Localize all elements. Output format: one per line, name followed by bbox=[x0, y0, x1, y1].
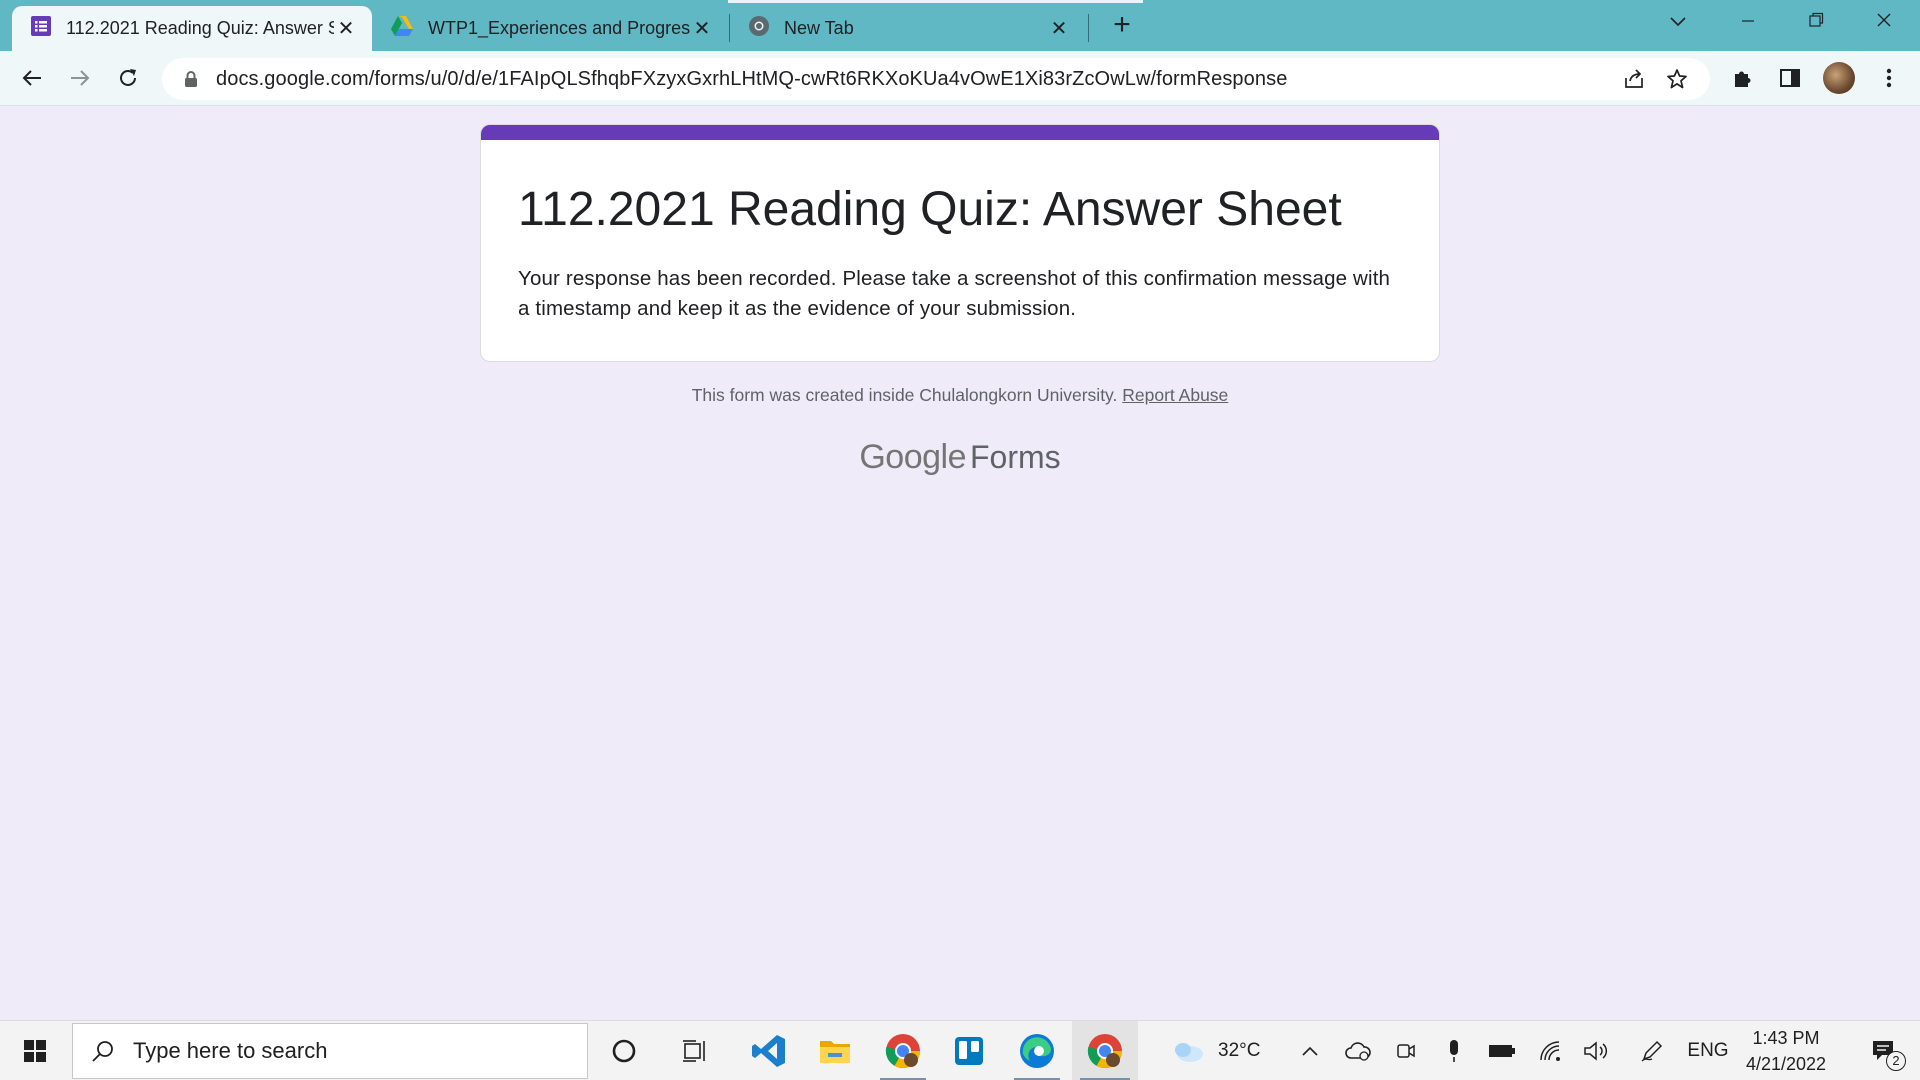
confirmation-card: 112.2021 Reading Quiz: Answer Sheet Your… bbox=[480, 124, 1440, 362]
windows-icon bbox=[24, 1040, 46, 1062]
tab-strip: 112.2021 Reading Quiz: Answer S ✕ WTP1_E… bbox=[0, 0, 1920, 51]
task-view-icon bbox=[683, 1040, 705, 1062]
puzzle-icon bbox=[1735, 71, 1751, 87]
tab-new-tab[interactable]: New Tab ✕ bbox=[730, 6, 1085, 51]
reload-button[interactable] bbox=[109, 59, 147, 97]
notification-center-button[interactable]: 2 bbox=[1856, 1021, 1912, 1080]
wifi-icon[interactable] bbox=[1532, 1021, 1568, 1080]
close-icon[interactable]: ✕ bbox=[690, 16, 714, 41]
cortana-icon bbox=[612, 1039, 636, 1063]
cloud-icon bbox=[1175, 1043, 1203, 1062]
tab-title: WTP1_Experiences and Progress... bbox=[428, 18, 690, 38]
browser-toolbar: docs.google.com/forms/u/0/d/e/1FAIpQLSfh… bbox=[0, 51, 1920, 106]
url-text: docs.google.com/forms/u/0/d/e/1FAIpQLSfh… bbox=[216, 67, 1288, 90]
microphone-icon[interactable] bbox=[1436, 1021, 1472, 1080]
form-footer: This form was created inside Chulalongko… bbox=[0, 385, 1920, 406]
chevron-down-icon bbox=[1670, 17, 1686, 27]
close-window-button[interactable] bbox=[1854, 6, 1914, 38]
share-icon[interactable] bbox=[1622, 67, 1646, 91]
more-vert-icon bbox=[1886, 68, 1892, 88]
chrome-profile-button[interactable] bbox=[1072, 1021, 1138, 1080]
chrome-icon bbox=[748, 15, 770, 42]
footer-text: This form was created inside Chulalongko… bbox=[691, 385, 1118, 405]
brand-google: Google bbox=[859, 438, 966, 476]
vscode-button[interactable] bbox=[740, 1021, 798, 1080]
cortana-button[interactable] bbox=[596, 1021, 652, 1080]
close-icon bbox=[1877, 13, 1891, 27]
avatar[interactable] bbox=[1823, 62, 1855, 94]
pen-icon[interactable] bbox=[1634, 1021, 1670, 1080]
side-panel-button[interactable] bbox=[1775, 63, 1805, 93]
brand-forms: Forms bbox=[969, 439, 1061, 475]
tab-search-button[interactable] bbox=[1648, 6, 1708, 38]
weather-widget[interactable]: 32°C bbox=[1170, 1021, 1280, 1080]
form-accent-bar bbox=[481, 125, 1439, 140]
restore-icon bbox=[1809, 12, 1824, 27]
lock-icon[interactable] bbox=[180, 70, 202, 88]
extensions-button[interactable] bbox=[1728, 63, 1758, 93]
search-placeholder: Type here to search bbox=[133, 1038, 328, 1063]
google-forms-logo[interactable]: Google Forms bbox=[0, 438, 1920, 477]
report-abuse-link[interactable]: Report Abuse bbox=[1122, 385, 1228, 405]
new-tab-button[interactable]: + bbox=[1106, 10, 1138, 42]
close-icon[interactable]: ✕ bbox=[334, 16, 358, 41]
start-button[interactable] bbox=[0, 1021, 70, 1080]
show-hidden-icons-button[interactable] bbox=[1292, 1021, 1328, 1080]
minimize-button[interactable] bbox=[1718, 6, 1778, 38]
windows-taskbar: Type here to search 32°C ENG 1:43 PM 4/2… bbox=[0, 1020, 1920, 1080]
onedrive-icon[interactable] bbox=[1340, 1021, 1376, 1080]
google-forms-icon bbox=[30, 15, 52, 42]
minimize-icon bbox=[1742, 20, 1754, 22]
arrow-left-icon bbox=[22, 70, 41, 86]
language-label: ENG bbox=[1687, 1040, 1729, 1061]
chrome-icon bbox=[885, 1034, 920, 1068]
forward-button[interactable] bbox=[61, 59, 99, 97]
task-view-button[interactable] bbox=[668, 1021, 724, 1080]
tab-loading-indicator bbox=[728, 0, 1143, 3]
tab-title: New Tab bbox=[784, 18, 854, 38]
clock-time: 1:43 PM bbox=[1752, 1028, 1820, 1048]
tab-drive[interactable]: WTP1_Experiences and Progress... ✕ bbox=[372, 6, 728, 51]
side-panel-icon bbox=[1780, 69, 1800, 87]
file-explorer-button[interactable] bbox=[806, 1021, 864, 1080]
battery-icon[interactable] bbox=[1482, 1021, 1522, 1080]
menu-button[interactable] bbox=[1874, 63, 1904, 93]
arrow-right-icon bbox=[71, 70, 90, 86]
chrome-button[interactable] bbox=[872, 1021, 934, 1080]
folder-icon bbox=[820, 1041, 850, 1063]
tab-separator bbox=[1088, 14, 1089, 42]
notification-count-badge: 2 bbox=[1886, 1051, 1906, 1071]
restore-button[interactable] bbox=[1786, 6, 1846, 38]
clock[interactable]: 1:43 PM 4/21/2022 bbox=[1726, 1025, 1846, 1077]
search-icon bbox=[91, 1039, 115, 1063]
clock-date: 4/21/2022 bbox=[1745, 1054, 1827, 1074]
chevron-up-icon bbox=[1302, 1046, 1318, 1056]
star-icon[interactable] bbox=[1665, 67, 1689, 91]
tab-forms[interactable]: 112.2021 Reading Quiz: Answer S ✕ bbox=[12, 6, 372, 51]
reload-icon bbox=[120, 69, 136, 86]
address-bar[interactable]: docs.google.com/forms/u/0/d/e/1FAIpQLSfh… bbox=[162, 58, 1710, 100]
taskbar-search[interactable]: Type here to search bbox=[72, 1023, 588, 1079]
chrome-icon bbox=[1087, 1034, 1122, 1068]
weather-temp: 32°C bbox=[1218, 1040, 1261, 1061]
confirmation-message: Your response has been recorded. Please … bbox=[518, 267, 1391, 320]
trello-button[interactable] bbox=[940, 1021, 998, 1080]
back-button[interactable] bbox=[13, 59, 51, 97]
meet-now-icon[interactable] bbox=[1388, 1021, 1424, 1080]
edge-icon bbox=[1020, 1034, 1054, 1068]
volume-icon[interactable] bbox=[1578, 1021, 1614, 1080]
trello-icon bbox=[955, 1037, 983, 1065]
edge-button[interactable] bbox=[1006, 1021, 1068, 1080]
google-drive-icon bbox=[390, 15, 414, 42]
close-icon[interactable]: ✕ bbox=[1047, 16, 1071, 41]
form-title: 112.2021 Reading Quiz: Answer Sheet bbox=[518, 183, 1342, 236]
vscode-icon bbox=[752, 1035, 785, 1067]
tab-title: 112.2021 Reading Quiz: Answer S bbox=[66, 18, 334, 38]
